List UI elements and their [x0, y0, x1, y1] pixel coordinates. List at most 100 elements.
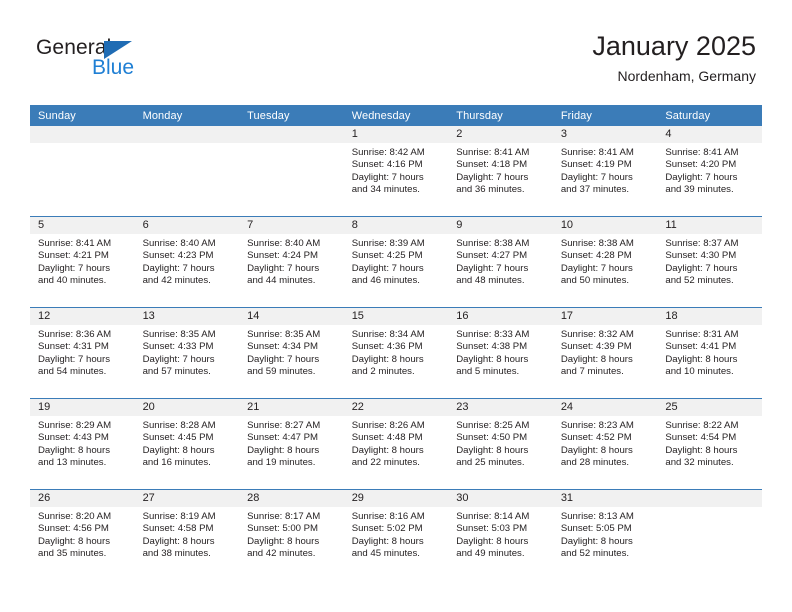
- day-detail-line: Sunrise: 8:25 AM: [456, 420, 530, 431]
- day-detail-line: Sunrise: 8:35 AM: [142, 329, 216, 340]
- day-number: 21: [239, 399, 344, 416]
- day-detail-line: Daylight: 7 hours: [38, 353, 110, 365]
- day-detail-line: Sunset: 4:31 PM: [38, 341, 109, 353]
- day-cell[interactable]: 24 Sunrise: 8:23 AM Sunset: 4:52 PM Dayligh…: [552, 398, 658, 490]
- day-cell-inner: 29 Sunrise: 8:16 AM Sunset: 5:02 PM Dayligh…: [343, 490, 449, 579]
- day-details: [239, 143, 344, 147]
- day-details: Sunrise: 8:41 AM Sunset: 4:20 PM Daylight:…: [657, 143, 762, 197]
- day-detail-line: and 54 minutes.: [38, 366, 107, 378]
- day-details: Sunrise: 8:13 AM Sunset: 5:05 PM Daylight:…: [553, 507, 658, 561]
- day-cell[interactable]: 17 Sunrise: 8:32 AM Sunset: 4:39 PM Dayligh…: [552, 307, 658, 399]
- day-cell[interactable]: 11 Sunrise: 8:37 AM Sunset: 4:30 PM Dayligh…: [657, 216, 762, 308]
- day-detail-line: and 52 minutes.: [560, 548, 630, 560]
- day-detail-line: Sunset: 4:33 PM: [142, 341, 214, 353]
- day-number: [239, 126, 344, 143]
- day-cell[interactable]: 14 Sunrise: 8:35 AM Sunset: 4:34 PM Dayligh…: [239, 307, 344, 399]
- day-detail-line: and 34 minutes.: [351, 184, 420, 196]
- day-cell-inner: 12 Sunrise: 8:36 AM Sunset: 4:31 PM Dayligh…: [30, 308, 135, 397]
- day-detail-line: Daylight: 7 hours: [142, 353, 215, 365]
- day-cell[interactable]: 18 Sunrise: 8:31 AM Sunset: 4:41 PM Dayligh…: [657, 307, 762, 399]
- day-cell[interactable]: 19 Sunrise: 8:29 AM Sunset: 4:43 PM Dayligh…: [30, 398, 135, 490]
- day-number: 31: [552, 490, 658, 507]
- day-cell[interactable]: 7 Sunrise: 8:40 AM Sunset: 4:24 PM Daylight…: [239, 216, 344, 308]
- day-cell[interactable]: 3 Sunrise: 8:41 AM Sunset: 4:19 PM Daylight…: [552, 126, 658, 217]
- day-cell-inner: 19 Sunrise: 8:29 AM Sunset: 4:43 PM Dayligh…: [30, 399, 135, 488]
- day-detail-line: Sunrise: 8:38 AM: [456, 238, 530, 249]
- day-cell-inner: 10 Sunrise: 8:38 AM Sunset: 4:28 PM Dayligh…: [552, 217, 658, 306]
- day-detail-line: and 44 minutes.: [247, 275, 316, 287]
- day-number: 16: [448, 308, 553, 325]
- day-details: Sunrise: 8:19 AM Sunset: 4:58 PM Daylight:…: [135, 507, 240, 561]
- day-cell[interactable]: 27 Sunrise: 8:19 AM Sunset: 4:58 PM Dayligh…: [134, 489, 240, 580]
- day-cell-inner: 5 Sunrise: 8:41 AM Sunset: 4:21 PM Daylight…: [30, 217, 135, 306]
- day-detail-line: Daylight: 8 hours: [351, 353, 424, 365]
- day-cell[interactable]: 13 Sunrise: 8:35 AM Sunset: 4:33 PM Dayligh…: [134, 307, 240, 399]
- day-cell-inner: [134, 126, 240, 215]
- day-number: 8: [343, 217, 449, 234]
- day-details: Sunrise: 8:38 AM Sunset: 4:27 PM Daylight:…: [448, 234, 553, 288]
- general-blue-logo[interactable]: General Blue: [36, 36, 166, 86]
- day-cell[interactable]: 8 Sunrise: 8:39 AM Sunset: 4:25 PM Daylight…: [343, 216, 449, 308]
- day-detail-line: and 57 minutes.: [142, 366, 211, 378]
- day-cell[interactable]: 5 Sunrise: 8:41 AM Sunset: 4:21 PM Daylight…: [30, 216, 135, 308]
- day-cell[interactable]: 20 Sunrise: 8:28 AM Sunset: 4:45 PM Dayligh…: [134, 398, 240, 490]
- day-details: Sunrise: 8:25 AM Sunset: 4:50 PM Daylight:…: [448, 416, 553, 470]
- day-details: Sunrise: 8:36 AM Sunset: 4:31 PM Daylight:…: [30, 325, 135, 379]
- day-number: 29: [343, 490, 449, 507]
- day-cell[interactable]: 16 Sunrise: 8:33 AM Sunset: 4:38 PM Dayligh…: [448, 307, 553, 399]
- weekday-header-saturday: Saturday: [657, 105, 762, 126]
- calendar-page: General Blue January 2025 Nordenham, Ger…: [0, 0, 792, 612]
- day-detail-line: Daylight: 8 hours: [560, 535, 633, 547]
- day-detail-line: and 35 minutes.: [38, 548, 107, 560]
- day-details: Sunrise: 8:31 AM Sunset: 4:41 PM Daylight:…: [657, 325, 762, 379]
- day-cell[interactable]: 22 Sunrise: 8:26 AM Sunset: 4:48 PM Dayligh…: [343, 398, 449, 490]
- day-cell[interactable]: 9 Sunrise: 8:38 AM Sunset: 4:27 PM Daylight…: [448, 216, 553, 308]
- day-detail-line: Daylight: 8 hours: [38, 535, 110, 547]
- day-cell[interactable]: 2 Sunrise: 8:41 AM Sunset: 4:18 PM Daylight…: [448, 126, 553, 217]
- calendar-table: Sunday Monday Tuesday Wednesday Thursday Frid…: [30, 105, 762, 580]
- day-cell-inner: 24 Sunrise: 8:23 AM Sunset: 4:52 PM Dayligh…: [552, 399, 658, 488]
- day-details: Sunrise: 8:39 AM Sunset: 4:25 PM Daylight:…: [344, 234, 449, 288]
- day-cell-inner: [657, 490, 762, 579]
- weekday-header-row: Sunday Monday Tuesday Wednesday Thursday Frid…: [30, 105, 762, 126]
- day-detail-line: Sunset: 4:28 PM: [560, 250, 632, 262]
- day-detail-line: Sunset: 4:52 PM: [560, 432, 632, 444]
- day-detail-line: Sunrise: 8:41 AM: [456, 147, 530, 158]
- day-cell-inner: 17 Sunrise: 8:32 AM Sunset: 4:39 PM Dayligh…: [552, 308, 658, 397]
- day-cell[interactable]: 4 Sunrise: 8:41 AM Sunset: 4:20 PM Daylight…: [657, 126, 762, 217]
- day-detail-line: Sunset: 4:16 PM: [351, 159, 423, 171]
- day-detail-line: Daylight: 8 hours: [351, 535, 424, 547]
- day-detail-line: Sunrise: 8:35 AM: [247, 329, 321, 340]
- day-details: Sunrise: 8:20 AM Sunset: 4:56 PM Daylight:…: [30, 507, 135, 561]
- day-cell[interactable]: 25 Sunrise: 8:22 AM Sunset: 4:54 PM Dayligh…: [657, 398, 762, 490]
- day-details: Sunrise: 8:40 AM Sunset: 4:24 PM Daylight:…: [239, 234, 344, 288]
- day-cell[interactable]: 15 Sunrise: 8:34 AM Sunset: 4:36 PM Dayligh…: [343, 307, 449, 399]
- day-detail-line: and 48 minutes.: [456, 275, 525, 287]
- day-cell-inner: 18 Sunrise: 8:31 AM Sunset: 4:41 PM Dayligh…: [657, 308, 762, 397]
- day-cell[interactable]: 21 Sunrise: 8:27 AM Sunset: 4:47 PM Dayligh…: [239, 398, 344, 490]
- day-detail-line: Sunrise: 8:19 AM: [142, 511, 216, 522]
- day-cell[interactable]: 23 Sunrise: 8:25 AM Sunset: 4:50 PM Dayligh…: [448, 398, 553, 490]
- day-cell-inner: 4 Sunrise: 8:41 AM Sunset: 4:20 PM Daylight…: [657, 126, 762, 215]
- calendar-week-row: 12 Sunrise: 8:36 AM Sunset: 4:31 PM Dayligh…: [30, 307, 762, 399]
- day-detail-line: Sunset: 4:19 PM: [560, 159, 632, 171]
- day-number: 19: [30, 399, 135, 416]
- day-detail-line: and 19 minutes.: [247, 457, 316, 469]
- calendar-week-row: 5 Sunrise: 8:41 AM Sunset: 4:21 PM Daylight…: [30, 216, 762, 308]
- day-cell[interactable]: 12 Sunrise: 8:36 AM Sunset: 4:31 PM Dayligh…: [30, 307, 135, 399]
- day-detail-line: and 25 minutes.: [456, 457, 525, 469]
- day-detail-line: Sunrise: 8:28 AM: [142, 420, 216, 431]
- day-cell[interactable]: 31 Sunrise: 8:13 AM Sunset: 5:05 PM Dayligh…: [552, 489, 658, 580]
- day-detail-line: and 59 minutes.: [247, 366, 316, 378]
- day-cell[interactable]: 1 Sunrise: 8:42 AM Sunset: 4:16 PM Daylight…: [343, 126, 449, 217]
- day-cell[interactable]: 28 Sunrise: 8:17 AM Sunset: 5:00 PM Dayligh…: [239, 489, 344, 580]
- logo-text-blue: Blue: [92, 56, 135, 79]
- day-cell[interactable]: 29 Sunrise: 8:16 AM Sunset: 5:02 PM Dayligh…: [343, 489, 449, 580]
- day-cell[interactable]: 30 Sunrise: 8:14 AM Sunset: 5:03 PM Dayligh…: [448, 489, 553, 580]
- day-detail-line: Daylight: 8 hours: [665, 444, 738, 456]
- calendar-week-row: 1 Sunrise: 8:42 AM Sunset: 4:16 PM Daylight…: [30, 126, 762, 217]
- weekday-header-thursday: Thursday: [448, 105, 553, 126]
- day-cell[interactable]: 6 Sunrise: 8:40 AM Sunset: 4:23 PM Daylight…: [134, 216, 240, 308]
- day-cell[interactable]: 10 Sunrise: 8:38 AM Sunset: 4:28 PM Dayligh…: [552, 216, 658, 308]
- day-cell[interactable]: 26 Sunrise: 8:20 AM Sunset: 4:56 PM Dayligh…: [30, 489, 135, 580]
